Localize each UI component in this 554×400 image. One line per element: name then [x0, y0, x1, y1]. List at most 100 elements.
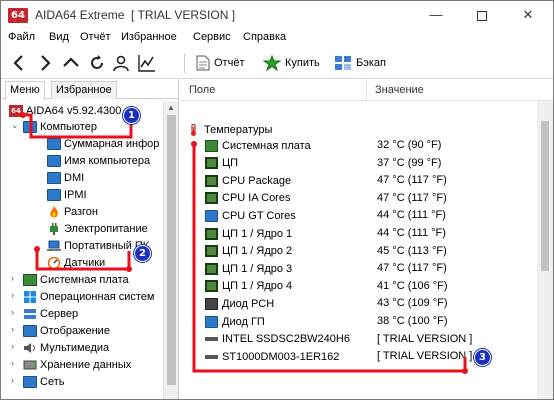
field-cell: ЦП 1 / Ядро 2: [222, 245, 293, 258]
tree-item-storage[interactable]: Хранение данных: [23, 357, 131, 373]
power-plug-icon: [47, 223, 61, 235]
backup-button[interactable]: Бэкап: [334, 53, 386, 73]
table-row[interactable]: Системная плата: [205, 137, 311, 154]
tree-item-network[interactable]: Сеть: [23, 374, 64, 390]
scroll-up-icon[interactable]: ▲: [167, 103, 175, 112]
tree-item-label: Компьютер: [40, 121, 97, 133]
annotation-badge-1: 1: [123, 107, 140, 124]
value-cell: 32 °C (90 °F): [377, 139, 442, 151]
up-arrow-icon[interactable]: [61, 53, 81, 73]
chevron-right-icon[interactable]: ›: [11, 341, 19, 351]
table-row[interactable]: INTEL SSDSC2BW240H6: [205, 331, 350, 348]
star-icon: [263, 55, 281, 71]
motherboard-icon: [23, 274, 37, 286]
tree-item-label: Хранение данных: [40, 359, 132, 371]
tree-item-root[interactable]: 64 AIDA64 v5.92.4300: [9, 103, 121, 119]
chevron-down-icon[interactable]: ⌄: [11, 120, 19, 131]
drive-icon: [205, 333, 218, 345]
close-button[interactable]: ✕: [505, 1, 551, 29]
tree-item-label: IPMI: [64, 189, 87, 201]
navigation-pane: Меню Избранное 64 AIDA64 v5.92.4300 ⌄ Ко…: [1, 79, 179, 399]
table-row[interactable]: ЦП 1 / Ядро 4: [205, 278, 292, 295]
back-arrow-icon[interactable]: [9, 53, 29, 73]
minimize-button[interactable]: —: [413, 1, 459, 29]
menu-bar: Файл Вид Отчёт Избранное Сервис Справка: [1, 29, 553, 47]
app-logo-icon: 64: [8, 8, 28, 23]
tree-item-server[interactable]: Сервер: [23, 306, 78, 322]
buy-button-label: Купить: [285, 57, 320, 69]
cpu-icon: [205, 280, 218, 293]
tree-item-label: Мультимедиа: [40, 342, 110, 354]
tree-item-computer[interactable]: Компьютер: [23, 119, 97, 135]
backup-button-label: Бэкап: [356, 57, 386, 69]
chevron-right-icon[interactable]: ›: [11, 324, 19, 334]
tree-item-computer-name[interactable]: Имя компьютера: [47, 153, 150, 169]
refresh-icon[interactable]: [87, 53, 107, 73]
table-row[interactable]: Диод PCH: [205, 295, 274, 312]
menu-favorites[interactable]: Избранное: [121, 31, 177, 43]
gpu-icon: [205, 209, 218, 222]
chevron-right-icon[interactable]: ›: [11, 307, 19, 317]
tree-item-label: Сеть: [40, 376, 65, 388]
tree-item-power[interactable]: Электропитание: [47, 221, 148, 237]
table-row[interactable]: CPU IA Cores: [205, 190, 290, 207]
backup-icon: [335, 56, 351, 70]
field-cell: CPU IA Cores: [222, 192, 291, 205]
display-icon: [23, 325, 37, 337]
tree-item-multimedia[interactable]: Мультимедиа: [23, 340, 109, 356]
table-row[interactable]: ST1000DM003-1ER162: [205, 348, 339, 365]
maximize-button[interactable]: [459, 1, 505, 29]
value-cell: 47 °C (117 °F): [377, 262, 447, 275]
report-button[interactable]: Отчёт: [196, 53, 244, 73]
tree-item-dmi[interactable]: DMI: [47, 170, 84, 186]
tree-item-label: AIDA64 v5.92.4300: [26, 105, 122, 117]
user-icon[interactable]: [111, 53, 131, 73]
tree-item-overclock[interactable]: Разгон: [47, 204, 98, 220]
tree-item-label: Датчики: [64, 257, 106, 269]
column-header-value[interactable]: Значение: [367, 79, 553, 101]
right-scrollbar[interactable]: [537, 101, 553, 399]
chevron-right-icon[interactable]: ›: [11, 375, 19, 385]
tree-item-ipmi[interactable]: IPMI: [47, 187, 87, 203]
table-row[interactable]: ЦП 1 / Ядро 3: [205, 260, 292, 277]
menu-help[interactable]: Справка: [243, 31, 286, 43]
forward-arrow-icon[interactable]: [35, 53, 55, 73]
tree-item-summary[interactable]: Суммарная инфор: [47, 136, 159, 152]
scrollbar-thumb[interactable]: [167, 115, 176, 385]
tree-item-display[interactable]: Отображение: [23, 323, 110, 339]
column-header-field[interactable]: Поле: [181, 79, 367, 101]
left-scrollbar[interactable]: ▲: [163, 101, 178, 399]
table-row[interactable]: Диод ГП: [205, 313, 265, 330]
scrollbar-thumb[interactable]: [541, 121, 549, 271]
menu-file[interactable]: Файл: [8, 31, 35, 43]
annotation-badge-3: 3: [474, 349, 491, 366]
menu-view[interactable]: Вид: [49, 31, 69, 43]
tree-item-label: Имя компьютера: [64, 155, 151, 167]
tree-item-label: DMI: [64, 172, 85, 184]
tree-item-label: Электропитание: [64, 223, 148, 235]
chevron-right-icon[interactable]: ›: [11, 273, 19, 283]
tree-item-os[interactable]: Операционная систем: [23, 289, 154, 305]
menu-service[interactable]: Сервис: [193, 31, 231, 43]
tab-favorites[interactable]: Избранное: [51, 81, 117, 99]
table-row[interactable]: ЦП 1 / Ядро 2: [205, 243, 292, 260]
ipmi-icon: [47, 189, 61, 201]
chevron-right-icon[interactable]: ›: [11, 290, 19, 300]
server-icon: [23, 308, 37, 320]
table-row[interactable]: CPU Package: [205, 172, 291, 189]
tree-item-motherboard[interactable]: Системная плата: [23, 272, 129, 288]
buy-button[interactable]: Купить: [263, 53, 320, 73]
tree-item-label: Системная плата: [40, 274, 129, 286]
tab-menu[interactable]: Меню: [5, 81, 45, 100]
computer-icon: [23, 121, 37, 133]
menu-report[interactable]: Отчёт: [80, 31, 110, 43]
table-row[interactable]: ЦП: [205, 155, 238, 172]
summary-icon: [47, 138, 61, 150]
tree-item-sensors[interactable]: Датчики: [47, 255, 105, 271]
value-cell: 37 °C (99 °F): [377, 156, 442, 169]
table-row[interactable]: ЦП 1 / Ядро 1: [205, 225, 292, 242]
chart-icon[interactable]: [137, 53, 157, 73]
table-row[interactable]: CPU GT Cores: [205, 207, 296, 224]
chevron-right-icon[interactable]: ›: [11, 358, 19, 368]
speaker-icon: [23, 342, 37, 354]
